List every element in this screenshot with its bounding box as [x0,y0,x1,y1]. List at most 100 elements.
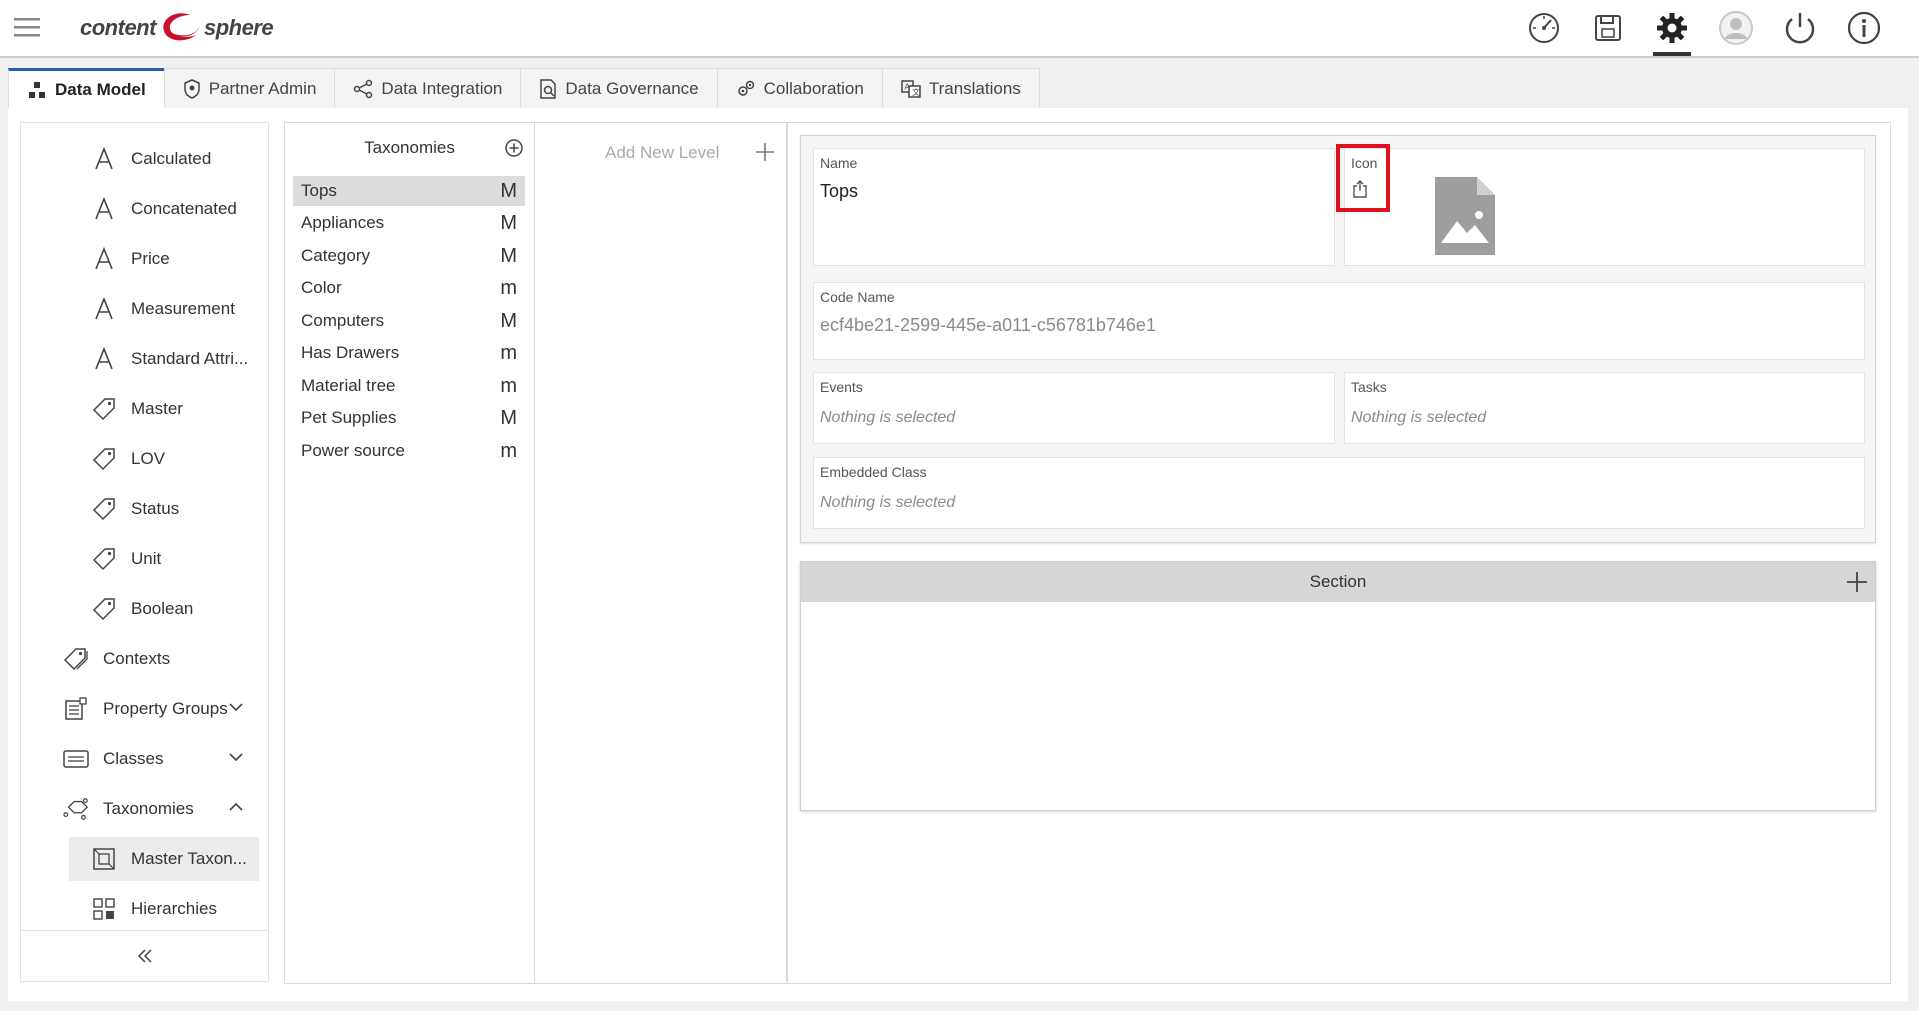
taxonomy-item-computers[interactable]: Computers M [293,306,525,336]
sidebar-item-label: Standard Attri... [131,349,249,368]
module-tabs: Data Model Partner Admin Data Integratio… [8,68,1040,108]
sidebar-item-master[interactable]: Master [69,387,259,431]
gear-icon[interactable] [1647,0,1697,56]
upload-icon[interactable] [1351,179,1369,199]
sidebar: Calculated Concatenated Price Measuremen… [20,122,269,982]
sidebar-item-taxonomies[interactable]: Taxonomies [41,787,259,831]
taxonomy-item-label: Appliances [301,213,385,232]
taxonomy-item-label: Color [301,278,342,297]
top-bar: content sphere [0,0,1919,58]
taxonomy-item-label: Category [301,246,370,265]
taxonomy-type-badge: m [500,276,517,299]
sidebar-item-label: Price [131,249,170,268]
taxonomy-item-tops[interactable]: Tops M [293,176,525,206]
sidebar-item-hierarchies[interactable]: Hierarchies [69,887,259,931]
embedded-class-select[interactable]: Embedded Class Nothing is selected [813,457,1865,529]
taxonomy-item-label: Tops [301,181,337,200]
sidebar-item-price[interactable]: Price [69,237,259,281]
svg-text:A: A [904,82,910,91]
chevron-up-icon[interactable] [227,798,245,816]
name-value[interactable]: Tops [820,181,858,202]
name-field[interactable]: Name Tops [813,148,1335,266]
taxonomy-item-category[interactable]: Category M [293,241,525,271]
shield-icon [183,78,200,99]
tasks-select[interactable]: Tasks Nothing is selected [1344,372,1865,444]
attribute-a-icon [91,146,117,172]
add-section-plus-icon[interactable] [1845,570,1869,594]
taxonomy-item-label: Has Drawers [301,343,400,362]
tag-icon [91,396,117,422]
properties-card: Name Tops Icon Code Name ecf4be21-2599-4… [800,135,1876,543]
taxonomy-item-appliances[interactable]: Appliances M [293,208,525,238]
sidebar-item-boolean[interactable]: Boolean [69,587,259,631]
hamburger-menu-icon[interactable] [12,13,44,41]
code-name-value: ecf4be21-2599-445e-a011-c56781b746e1 [820,315,1156,335]
tab-partner-admin[interactable]: Partner Admin [163,68,336,108]
power-icon[interactable] [1775,0,1825,56]
integration-icon [354,79,373,98]
sidebar-item-status[interactable]: Status [69,487,259,531]
tag-icon [91,496,117,522]
sidebar-item-lov[interactable]: LOV [69,437,259,481]
section-panel: Section [800,561,1876,811]
section-header: Section [801,562,1875,602]
sidebar-item-unit[interactable]: Unit [69,537,259,581]
tab-translations[interactable]: A文 Translations [881,68,1040,108]
taxonomy-item-color[interactable]: Color m [293,273,525,303]
tasks-value: Nothing is selected [1351,409,1487,426]
taxonomy-item-has-drawers[interactable]: Has Drawers m [293,338,525,368]
info-icon[interactable] [1839,0,1889,56]
icon-field: Icon [1344,148,1865,266]
chevron-down-icon[interactable] [227,748,245,766]
master-taxonomy-icon [91,846,117,872]
tab-label: Data Integration [381,78,503,98]
dashboard-icon[interactable] [1519,0,1569,56]
tab-data-model[interactable]: Data Model [8,68,165,108]
attribute-a-icon [91,196,117,222]
add-level-plus-icon[interactable] [754,141,776,163]
icon-label: Icon [1351,155,1378,171]
property-groups-icon [63,696,89,722]
taxonomy-item-pet-supplies[interactable]: Pet Supplies M [293,403,525,433]
tag-icon [91,596,117,622]
sidebar-item-classes[interactable]: Classes [41,737,259,781]
events-select[interactable]: Events Nothing is selected [813,372,1335,444]
detail-panel: Name Tops Icon Code Name ecf4be21-2599-4… [787,122,1891,984]
tab-label: Collaboration [763,78,864,98]
sidebar-item-standard-attributes[interactable]: Standard Attri... [69,337,259,381]
logo-text-right: sphere [203,15,274,40]
tab-data-governance[interactable]: Data Governance [520,68,718,108]
taxonomy-type-badge: M [500,244,517,267]
code-name-label: Code Name [820,289,895,305]
tags-icon [63,646,89,672]
sidebar-item-concatenated[interactable]: Concatenated [69,187,259,231]
sidebar-item-master-taxonomy[interactable]: Master Taxon... [69,837,259,881]
collapse-sidebar-button[interactable] [21,930,268,981]
tag-icon [91,546,117,572]
save-icon[interactable] [1583,0,1633,56]
taxonomy-type-badge: M [500,406,517,429]
sidebar-item-calculated[interactable]: Calculated [69,137,259,181]
tab-data-integration[interactable]: Data Integration [334,68,522,108]
double-chevron-left-icon [137,949,152,963]
logo: content sphere [80,6,274,50]
taxonomy-item-label: Computers [301,311,385,330]
tab-collaboration[interactable]: Collaboration [716,68,883,108]
attribute-a-icon [91,246,117,272]
user-icon[interactable] [1711,0,1761,56]
chevron-down-icon[interactable] [227,698,245,716]
sidebar-item-label: Measurement [131,299,235,318]
sidebar-item-measurement[interactable]: Measurement [69,287,259,331]
sidebar-item-contexts[interactable]: Contexts [41,637,259,681]
sidebar-item-label: Calculated [131,149,212,168]
add-new-level-label: Add New Level [605,143,720,162]
sidebar-item-label: Status [131,499,180,518]
data-model-icon [29,81,45,98]
collaboration-icon [737,80,754,96]
tab-label: Data Governance [565,78,699,98]
sidebar-item-label: LOV [131,449,166,468]
taxonomy-item-power-source[interactable]: Power source m [293,436,525,466]
add-taxonomy-icon[interactable] [504,138,524,158]
sidebar-item-property-groups[interactable]: Property Groups [41,687,259,731]
taxonomy-item-material-tree[interactable]: Material tree m [293,371,525,401]
